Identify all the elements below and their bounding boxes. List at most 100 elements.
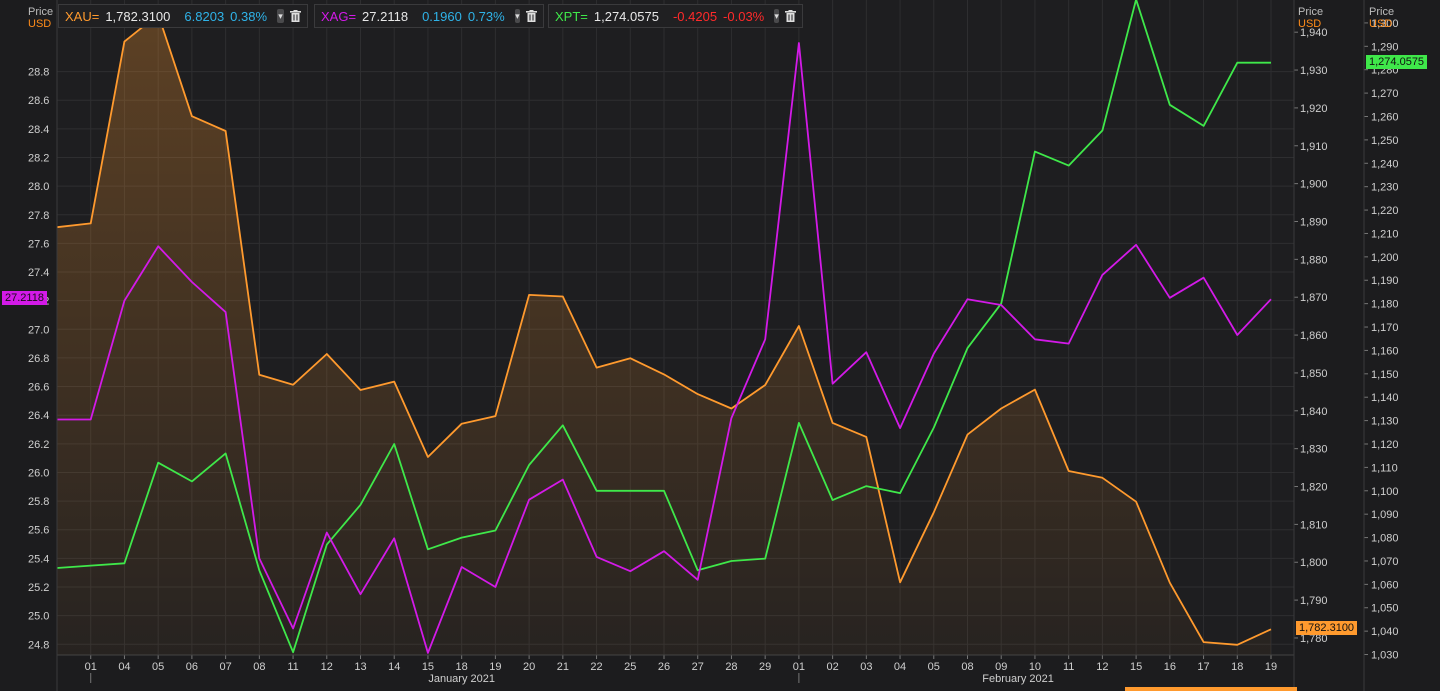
data-point-xpt[interactable]: [392, 441, 397, 446]
data-point-xau[interactable]: [324, 352, 329, 357]
data-point-xau[interactable]: [662, 372, 667, 377]
data-point-xau[interactable]: [1032, 387, 1037, 392]
data-point-xpt[interactable]: [459, 535, 464, 540]
data-point-xag[interactable]: [392, 536, 397, 541]
data-point-xpt[interactable]: [1269, 60, 1274, 65]
data-point-xag[interactable]: [898, 426, 903, 431]
data-point-xag[interactable]: [729, 416, 734, 421]
data-point-xau[interactable]: [729, 406, 734, 411]
legend-xpt[interactable]: XPT= 1,274.0575 -0.4205 -0.03% ▾: [548, 4, 803, 28]
data-point-xag[interactable]: [459, 564, 464, 569]
data-point-xag[interactable]: [796, 40, 801, 45]
data-point-xau[interactable]: [796, 323, 801, 328]
data-point-xpt[interactable]: [358, 502, 363, 507]
data-point-xau[interactable]: [628, 356, 633, 361]
data-point-xau[interactable]: [763, 383, 768, 388]
data-point-xpt[interactable]: [965, 346, 970, 351]
data-point-xau[interactable]: [695, 392, 700, 397]
legend-xau[interactable]: XAU= 1,782.3100 6.8203 0.38% ▾: [58, 4, 308, 28]
data-point-xpt[interactable]: [1201, 123, 1206, 128]
data-point-xpt[interactable]: [257, 568, 262, 573]
data-point-xpt[interactable]: [763, 556, 768, 561]
data-point-xpt[interactable]: [594, 488, 599, 493]
data-point-xau[interactable]: [223, 129, 228, 134]
chevron-down-icon[interactable]: ▾: [774, 9, 779, 23]
data-point-xag[interactable]: [999, 302, 1004, 307]
trash-icon[interactable]: [526, 9, 537, 23]
data-point-xau[interactable]: [257, 372, 262, 377]
data-point-xpt[interactable]: [122, 561, 127, 566]
data-point-xpt[interactable]: [291, 650, 296, 655]
data-point-xpt[interactable]: [830, 498, 835, 503]
data-point-xpt[interactable]: [560, 423, 565, 428]
chevron-down-icon[interactable]: ▾: [514, 9, 520, 23]
data-point-xpt[interactable]: [1100, 128, 1105, 133]
data-point-xau[interactable]: [392, 379, 397, 384]
data-point-xau[interactable]: [291, 382, 296, 387]
data-point-xau[interactable]: [1134, 499, 1139, 504]
data-point-xpt[interactable]: [628, 488, 633, 493]
data-point-xag[interactable]: [1201, 275, 1206, 280]
data-point-xpt[interactable]: [527, 463, 532, 468]
data-point-xau[interactable]: [189, 114, 194, 119]
data-point-xag[interactable]: [830, 381, 835, 386]
data-point-xag[interactable]: [1134, 242, 1139, 247]
data-point-xag[interactable]: [358, 592, 363, 597]
price-chart[interactable]: 24.8 25.0 25.2 25.4 25.6 25.8 26.0 26.2 26.4 26.6…: [0, 0, 1440, 691]
data-point-xau[interactable]: [931, 510, 936, 515]
data-point-xau[interactable]: [527, 292, 532, 297]
data-point-xau[interactable]: [965, 432, 970, 437]
data-point-xau[interactable]: [1167, 580, 1172, 585]
data-point-xag[interactable]: [1100, 272, 1105, 277]
data-point-xag[interactable]: [527, 497, 532, 502]
data-point-xpt[interactable]: [223, 451, 228, 456]
data-point-xpt[interactable]: [931, 425, 936, 430]
data-point-xau[interactable]: [1066, 468, 1071, 473]
data-point-xau[interactable]: [459, 421, 464, 426]
data-point-xpt[interactable]: [729, 558, 734, 563]
data-point-xag[interactable]: [122, 298, 127, 303]
data-point-xag[interactable]: [156, 244, 161, 249]
data-point-xpt[interactable]: [864, 484, 869, 489]
trash-icon[interactable]: [785, 9, 796, 23]
data-point-xag[interactable]: [291, 626, 296, 631]
data-point-xag[interactable]: [88, 417, 93, 422]
data-point-xau[interactable]: [358, 387, 363, 392]
data-point-xag[interactable]: [931, 351, 936, 356]
data-point-xag[interactable]: [763, 337, 768, 342]
data-point-xpt[interactable]: [898, 491, 903, 496]
data-point-xau[interactable]: [999, 406, 1004, 411]
data-point-xpt[interactable]: [796, 420, 801, 425]
data-point-xag[interactable]: [864, 350, 869, 355]
data-point-xau[interactable]: [1269, 627, 1274, 632]
data-point-xpt[interactable]: [189, 479, 194, 484]
data-point-xpt[interactable]: [493, 528, 498, 533]
data-point-xau[interactable]: [898, 580, 903, 585]
data-point-xpt[interactable]: [1032, 149, 1037, 154]
time-range-handle[interactable]: [1125, 687, 1297, 691]
data-point-xau[interactable]: [1201, 640, 1206, 645]
trash-icon[interactable]: [290, 9, 301, 23]
data-point-xag[interactable]: [662, 549, 667, 554]
data-point-xag[interactable]: [1032, 337, 1037, 342]
data-point-xag[interactable]: [493, 584, 498, 589]
data-point-xag[interactable]: [1235, 333, 1240, 338]
data-point-xau[interactable]: [594, 365, 599, 370]
data-point-xag[interactable]: [1269, 297, 1274, 302]
data-point-xag[interactable]: [324, 530, 329, 535]
data-point-xau[interactable]: [830, 420, 835, 425]
data-point-xau[interactable]: [425, 454, 430, 459]
data-point-xpt[interactable]: [425, 547, 430, 552]
data-point-xau[interactable]: [88, 221, 93, 226]
data-point-xau[interactable]: [1100, 475, 1105, 480]
chevron-down-icon[interactable]: ▾: [277, 9, 284, 23]
data-point-xpt[interactable]: [1167, 102, 1172, 107]
data-point-xpt[interactable]: [156, 460, 161, 465]
legend-xag[interactable]: XAG= 27.2118 0.1960 0.73% ▾: [314, 4, 544, 28]
data-point-xau[interactable]: [864, 434, 869, 439]
data-point-xag[interactable]: [257, 556, 262, 561]
data-point-xpt[interactable]: [324, 542, 329, 547]
data-point-xag[interactable]: [594, 554, 599, 559]
data-point-xpt[interactable]: [662, 488, 667, 493]
data-point-xag[interactable]: [189, 280, 194, 285]
